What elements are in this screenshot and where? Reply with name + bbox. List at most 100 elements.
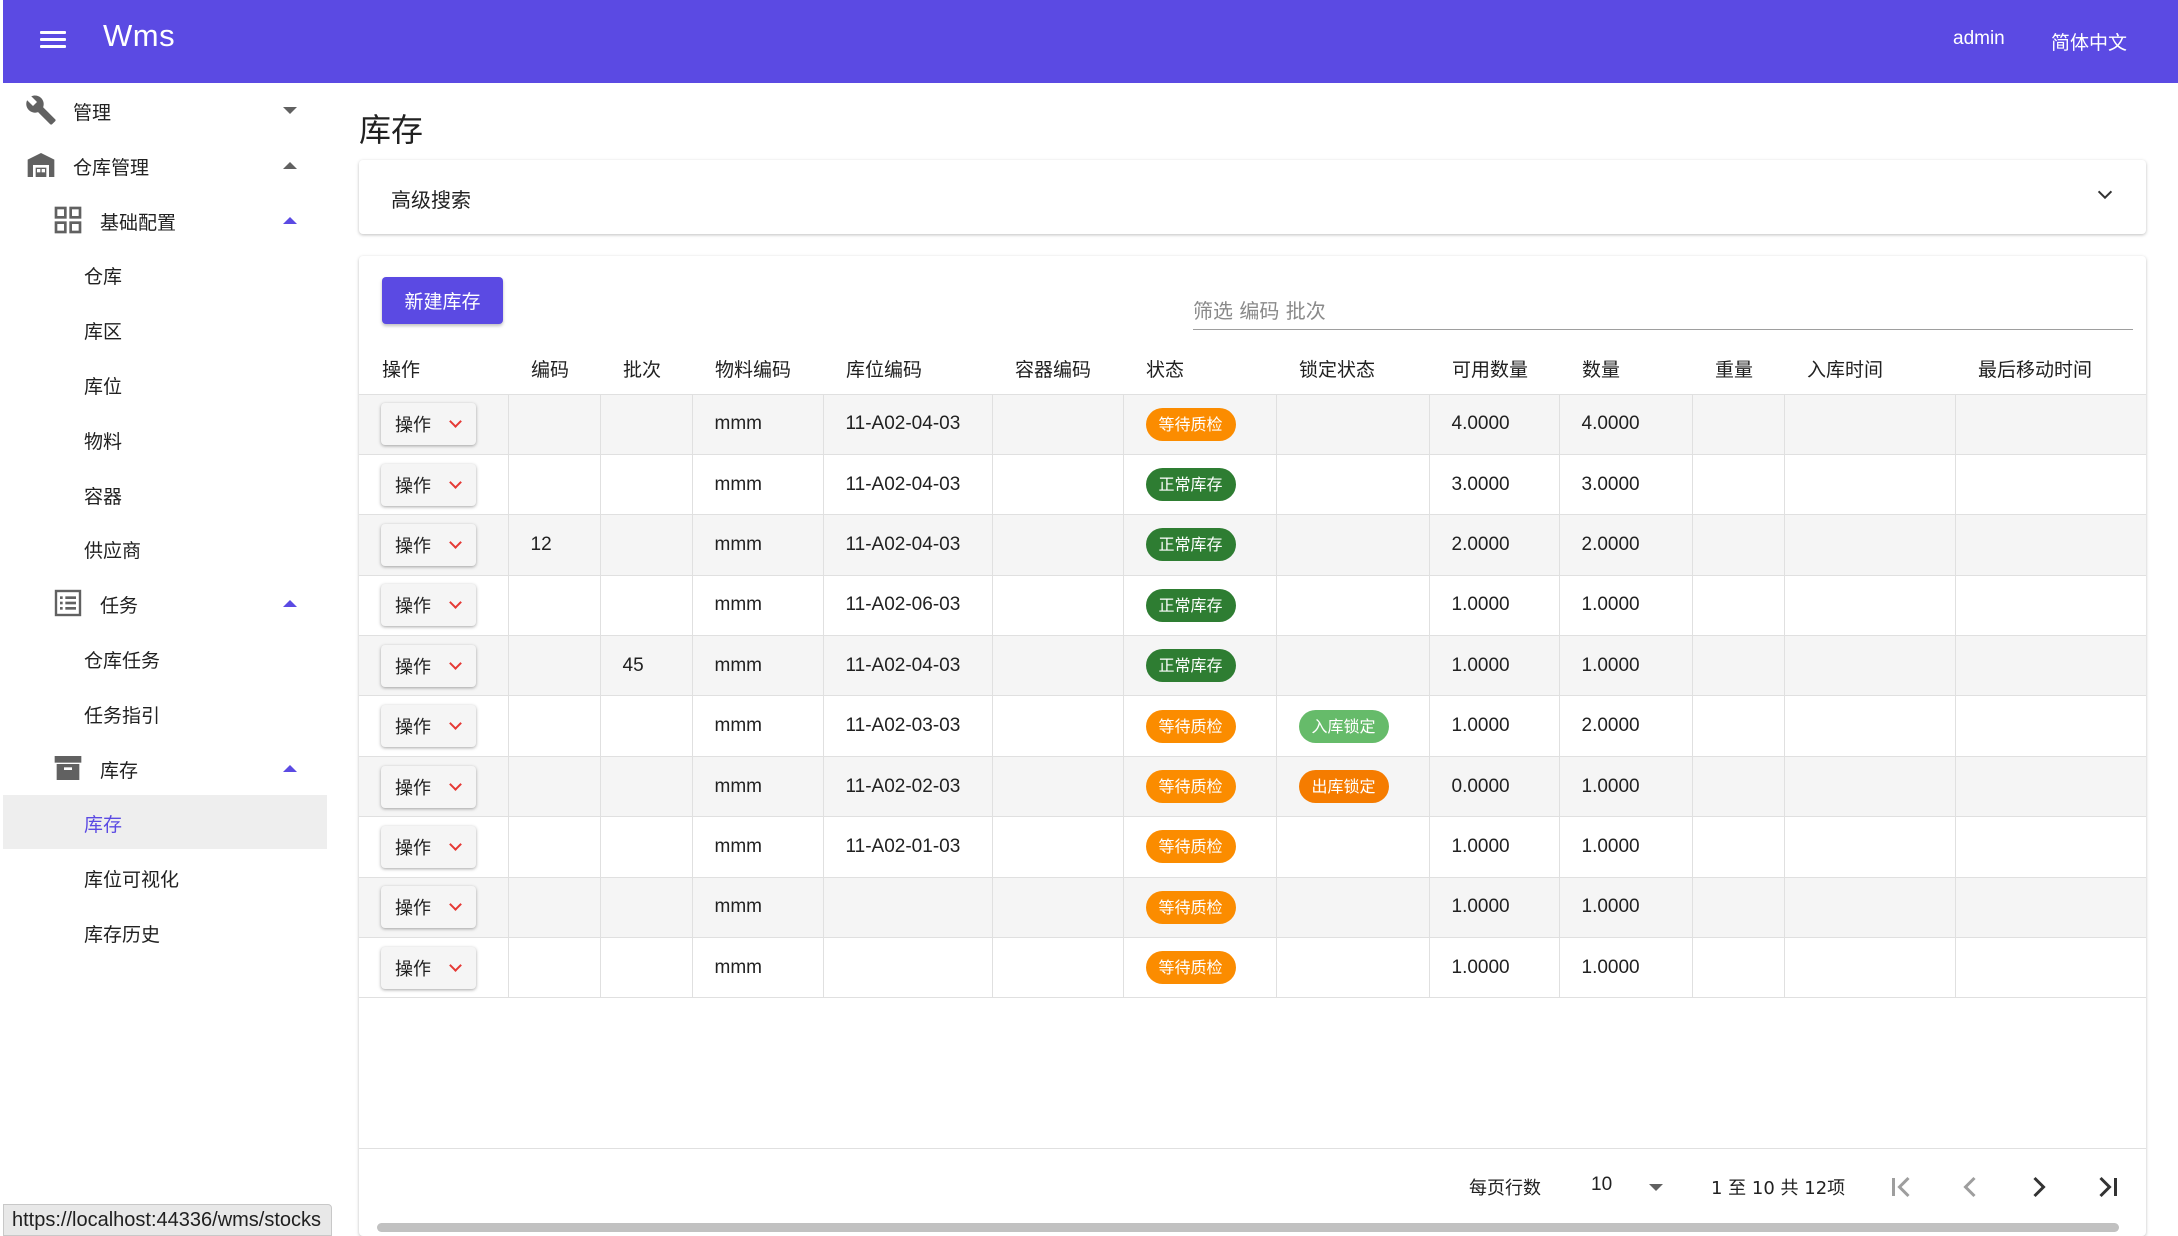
cell-available: 1.0000	[1429, 937, 1560, 999]
column-header[interactable]: 锁定状态	[1276, 344, 1429, 394]
table-row: 操作 mmm 等待质检 1.0000 1.0000	[359, 937, 2146, 999]
cell-code	[508, 695, 601, 757]
action-label: 操作	[395, 415, 431, 437]
column-header[interactable]: 物料编码	[692, 344, 823, 394]
cell-container	[992, 574, 1124, 636]
sidebar-item-16[interactable]: 库存历史	[3, 905, 329, 959]
page-title: 库存	[359, 111, 424, 149]
row-action-button[interactable]: 操作	[381, 403, 476, 446]
column-header[interactable]: 入库时间	[1784, 344, 1955, 394]
caret-up-icon[interactable]	[283, 161, 297, 169]
rows-per-page-value: 10	[1591, 1174, 1613, 1195]
action-label: 操作	[395, 596, 431, 618]
status-badge: 等待质检	[1145, 709, 1236, 743]
cell-last_move	[1955, 453, 2146, 515]
last-page-icon[interactable]	[2090, 1169, 2126, 1205]
horizontal-scrollbar[interactable]	[363, 1219, 2141, 1233]
row-action-button[interactable]: 操作	[381, 705, 476, 748]
rows-per-page-select[interactable]: 10	[1591, 1171, 1669, 1203]
row-action-button[interactable]: 操作	[381, 946, 476, 989]
cell-container	[992, 514, 1124, 576]
sidebar-item-8[interactable]: 容器	[3, 467, 329, 521]
sidebar-item-6[interactable]: 库位	[3, 357, 329, 411]
status-badge: 等待质检	[1145, 951, 1236, 985]
row-action-button[interactable]: 操作	[381, 644, 476, 687]
column-header[interactable]: 数量	[1559, 344, 1692, 394]
row-action-button[interactable]: 操作	[381, 463, 476, 506]
sidebar-item-5[interactable]: 库区	[3, 302, 329, 356]
language-selector[interactable]: 简体中文	[2051, 28, 2127, 55]
cell-in_time	[1784, 574, 1956, 636]
cell-last_move	[1955, 816, 2146, 878]
cell-in_time	[1784, 453, 1956, 515]
sidebar-item-4[interactable]: 仓库	[3, 247, 329, 301]
sidebar-item-9[interactable]: 供应商	[3, 521, 329, 575]
filter-input[interactable]	[1193, 292, 2133, 330]
cell-last_move	[1955, 574, 2146, 636]
row-action-button[interactable]: 操作	[381, 584, 476, 627]
cell-qty: 1.0000	[1559, 937, 1693, 999]
cell-container	[992, 816, 1124, 878]
sidebar-item-3[interactable]: 基础配置	[3, 193, 329, 247]
cell-last_move	[1955, 876, 2146, 938]
table-row: 操作 mmm 11-A02-04-03 正常库存 3.0000 3.0000	[359, 453, 2146, 515]
action-cell: 操作	[359, 816, 509, 878]
sidebar-item-12[interactable]: 任务指引	[3, 686, 329, 740]
hamburger-menu-icon[interactable]	[37, 27, 69, 55]
user-menu[interactable]: admin	[1953, 28, 2005, 50]
action-label: 操作	[395, 837, 431, 859]
sidebar-item-2[interactable]: 仓库管理	[3, 138, 329, 192]
caret-up-icon[interactable]	[283, 600, 297, 608]
table-body: 操作 mmm 11-A02-04-03 等待质检 4.0000 4.0000 操作 mmm 11…	[359, 393, 2146, 999]
row-action-button[interactable]: 操作	[381, 825, 476, 868]
cell-material: mmm	[692, 695, 824, 757]
cell-available: 1.0000	[1429, 816, 1560, 878]
first-page-icon[interactable]	[1883, 1169, 1919, 1205]
cell-available: 1.0000	[1429, 635, 1560, 696]
column-header[interactable]: 操作	[359, 344, 508, 394]
column-header[interactable]: 可用数量	[1429, 344, 1559, 394]
cell-last_move	[1955, 755, 2146, 817]
cell-qty: 1.0000	[1559, 816, 1693, 878]
action-label: 操作	[395, 898, 431, 920]
column-header[interactable]: 批次	[600, 344, 692, 394]
cell-location	[823, 876, 993, 938]
column-header[interactable]: 编码	[508, 344, 600, 394]
row-action-button[interactable]: 操作	[381, 886, 476, 929]
scrollbar-thumb[interactable]	[377, 1223, 2119, 1232]
sidebar-item-1[interactable]: 管理	[3, 83, 329, 137]
cell-batch	[600, 755, 693, 817]
sidebar-item-11[interactable]: 仓库任务	[3, 631, 329, 685]
action-label: 操作	[395, 717, 431, 739]
caret-up-icon[interactable]	[283, 764, 297, 772]
cell-lock: 出库锁定	[1276, 755, 1430, 817]
sidebar-item-label: 物料	[84, 430, 123, 453]
sidebar-item-10[interactable]: 任务	[3, 576, 329, 630]
chevron-down-icon[interactable]	[2094, 184, 2116, 206]
column-header[interactable]: 状态	[1123, 344, 1276, 394]
action-cell: 操作	[359, 514, 509, 576]
sidebar-item-13[interactable]: 库存	[3, 741, 329, 795]
new-stock-button[interactable]: 新建库存	[382, 277, 503, 324]
column-header[interactable]: 容器编码	[992, 344, 1123, 394]
advanced-search-panel[interactable]: 高级搜索	[359, 160, 2146, 234]
pagination: 每页行数 10 1 至 10 共 12项	[359, 1148, 2146, 1218]
row-action-button[interactable]: 操作	[381, 765, 476, 808]
sidebar-item-14[interactable]: 库存	[3, 795, 327, 850]
sidebar-item-7[interactable]: 物料	[3, 412, 329, 466]
previous-page-icon[interactable]	[1952, 1169, 1988, 1205]
caret-down-icon[interactable]	[283, 107, 297, 114]
next-page-icon[interactable]	[2021, 1169, 2057, 1205]
column-header[interactable]: 库位编码	[823, 344, 992, 394]
sidebar-item-label: 任务指引	[84, 704, 161, 727]
sidebar-item-15[interactable]: 库位可视化	[3, 850, 329, 904]
cell-qty: 2.0000	[1559, 695, 1693, 757]
table-row: 操作 mmm 11-A02-04-03 等待质检 4.0000 4.0000	[359, 393, 2146, 455]
caret-up-icon[interactable]	[283, 216, 297, 224]
column-header[interactable]: 最后移动时间	[1955, 344, 2146, 394]
cell-status: 等待质检	[1123, 937, 1277, 999]
row-action-button[interactable]: 操作	[381, 523, 476, 566]
column-header[interactable]: 重量	[1692, 344, 1784, 394]
cell-last_move	[1955, 514, 2146, 576]
cell-material: mmm	[692, 755, 824, 817]
